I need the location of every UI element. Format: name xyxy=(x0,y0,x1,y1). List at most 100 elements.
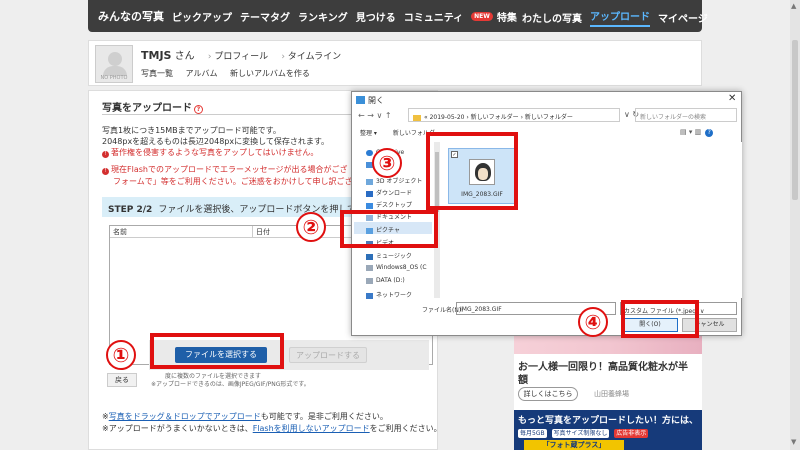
callout-number-2: ② xyxy=(296,212,326,242)
ad-photo[interactable] xyxy=(514,336,702,354)
nav-ranking[interactable]: ランキング xyxy=(298,9,348,24)
nav-community[interactable]: コミュニティ xyxy=(404,9,463,24)
noflash-note: ※アップロードがうまくいかないときは、Flashを利用しないアップロードをご利用… xyxy=(102,423,442,434)
warn-copyright-text: 著作権を侵害するような写真をアップしてはいけません。 xyxy=(111,148,319,157)
ad-brand: 山田養蜂場 xyxy=(594,390,629,398)
warn-flash-text: 現在Flashでのアップロードでエラーメッセージが出る場合がござ xyxy=(111,165,348,174)
nav-arrows-icon[interactable]: ← → ∨ ↑ xyxy=(358,111,392,120)
banner-tag-noads: 広告非表示 xyxy=(614,429,649,438)
download-icon xyxy=(366,190,373,197)
nav-item-downloads[interactable]: ダウンロード xyxy=(366,188,412,197)
photo-list-link[interactable]: 写真一覧 xyxy=(141,69,173,78)
nav-item-label: ダウンロード xyxy=(376,190,413,197)
scroll-up-icon[interactable]: ▲ xyxy=(791,2,796,10)
close-icon[interactable]: ✕ xyxy=(728,93,736,104)
top-nav: みんなの写真 ピックアップ テーマタグ ランキング 見つける コミュニティ NE… xyxy=(88,0,708,32)
ad-title[interactable]: お一人様一回限り！高品質化粧水が半 xyxy=(518,358,688,373)
nav-item-music[interactable]: ミュージック xyxy=(366,251,412,260)
noflash-link[interactable]: Flashを利用しないアップロード xyxy=(253,424,370,433)
folder-search-input[interactable]: 新しいフォルダーの検索 xyxy=(635,108,737,122)
nav-theme-tag[interactable]: テーマタグ xyxy=(240,9,290,24)
nav-special[interactable]: 特集 xyxy=(497,9,517,24)
scrollbar-thumb[interactable] xyxy=(792,40,798,200)
dragdrop-note: ※写真をドラッグ＆ドロップでアップロードも可能です。是非ご利用ください。 xyxy=(102,411,388,422)
global-nav: みんなの写真 ピックアップ テーマタグ ランキング 見つける コミュニティ NE… xyxy=(98,8,525,24)
nav-item-desktop[interactable]: デスクトップ xyxy=(366,200,412,209)
nav-item-label: ミュージック xyxy=(376,253,412,260)
user-nav: わたしの写真 アップロード マイページ xyxy=(522,8,716,27)
callout-box-3 xyxy=(426,132,518,210)
dragdrop-note-pre: ※ xyxy=(102,412,109,421)
warning-icon: ! xyxy=(102,151,109,158)
profile-header: NO PHOTO TMJS さん プロフィール タイムライン 写真一覧 アルバム… xyxy=(88,40,702,86)
ad-column: お一人様一回限り！高品質化粧水が半 額 詳しくはこちら 山田養蜂場 もっと写真を… xyxy=(514,336,702,450)
warn-flash-cont: フォームで」等をご利用ください。ご迷惑をおかけして申し訳ござ xyxy=(113,177,353,186)
page-title: 写真をアップロード? xyxy=(102,99,203,114)
callout-number-3: ③ xyxy=(372,148,402,178)
address-bar[interactable]: « 2019-05-20 › 新しいフォルダー › 新しいフォルダー xyxy=(408,108,620,122)
help-icon[interactable]: ? xyxy=(705,129,714,137)
back-button[interactable]: 戻る xyxy=(107,373,137,387)
scroll-down-icon[interactable]: ▼ xyxy=(791,438,796,446)
callout-number-4: ④ xyxy=(578,307,608,337)
step-label: STEP 2/2 xyxy=(108,205,153,215)
ad-more-button[interactable]: 詳しくはこちら xyxy=(518,387,578,401)
profile-sub-nav: 写真一覧 アルバム 新しいアルバムを作る xyxy=(141,68,320,79)
plus-banner[interactable]: もっと写真をアップロードしたい！方には、 毎月5GB 写真サイズ制限なし 広告非… xyxy=(514,410,702,450)
profile-name-row: TMJS さん プロフィール タイムライン xyxy=(141,47,341,62)
album-link[interactable]: アルバム xyxy=(186,69,218,78)
page-title-text: 写真をアップロード xyxy=(102,103,192,114)
avatar[interactable]: NO PHOTO xyxy=(95,45,133,83)
new-album-link[interactable]: 新しいアルバムを作る xyxy=(230,69,310,78)
info-resize: 2048pxを超えるものは長辺2048pxに変換して保存されます。 xyxy=(102,137,330,146)
profile-link[interactable]: プロフィール xyxy=(208,52,268,62)
nav-pickup[interactable]: ピックアップ xyxy=(172,9,232,24)
nav-item-3d[interactable]: 3D オブジェクト xyxy=(366,176,422,185)
callout-box-2 xyxy=(340,210,438,248)
drive-icon xyxy=(366,264,373,271)
noflash-note-pre: ※アップロードがうまくいかないときは、 xyxy=(102,424,253,433)
help-icon[interactable]: ? xyxy=(194,105,203,114)
banner-headline: もっと写真をアップロードしたい！方には、 xyxy=(518,416,699,426)
organize-menu[interactable]: 整理 ▾ xyxy=(360,130,377,137)
noflash-note-post: をご利用ください。 xyxy=(369,424,442,433)
warn-copyright: ! 著作権を侵害するような写真をアップしてはいけません。 xyxy=(102,147,318,158)
page-scrollbar[interactable]: ▲ ▼ xyxy=(790,0,800,450)
view-icon[interactable]: ▤ ▾ ▥ xyxy=(680,128,701,136)
dragdrop-link[interactable]: 写真をドラッグ＆ドロップでアップロード xyxy=(109,412,261,421)
nav-everyone-photos[interactable]: みんなの写真 xyxy=(98,8,164,24)
timeline-link[interactable]: タイムライン xyxy=(281,52,341,62)
callout-box-1 xyxy=(150,333,284,369)
nav-upload[interactable]: アップロード xyxy=(590,8,650,27)
avatar-placeholder-text: NO PHOTO xyxy=(100,75,128,81)
new-badge: NEW xyxy=(471,11,493,21)
info-size-limit: 写真1枚につき15MBまでアップロード可能です。 xyxy=(102,126,281,135)
cube-icon xyxy=(366,178,373,185)
col-name[interactable]: 名前 xyxy=(113,227,127,237)
step-text: ファイルを選択後、アップロードボタンを押して xyxy=(158,205,357,215)
col-date[interactable]: 日付 xyxy=(252,226,270,237)
warning-icon: ! xyxy=(102,168,109,175)
ad-title-cont[interactable]: 額 xyxy=(518,371,528,386)
view-controls: ▤ ▾ ▥? xyxy=(680,128,714,137)
nav-item-label: 3D オブジェクト xyxy=(376,178,423,185)
nav-my-photos[interactable]: わたしの写真 xyxy=(522,10,582,25)
banner-product: 「フォト蔵プラス」 xyxy=(524,440,624,450)
avatar-head-icon xyxy=(108,52,122,66)
warn-flash: ! 現在Flashでのアップロードでエラーメッセージが出る場合がござ xyxy=(102,164,347,175)
nav-item-d-drive[interactable]: DATA (D:) xyxy=(366,277,405,284)
nav-item-network[interactable]: ネットワーク xyxy=(366,290,412,299)
dialog-app-icon xyxy=(356,96,365,104)
folder-icon xyxy=(413,114,421,121)
desktop-icon xyxy=(366,202,373,209)
banner-tag-size: 写真サイズ制限なし xyxy=(551,429,610,438)
nav-item-c-drive[interactable]: Windows8_OS (C xyxy=(366,264,427,271)
address-path: « 2019-05-20 › 新しいフォルダー › 新しいフォルダー xyxy=(424,114,573,121)
upload-button[interactable]: アップロードする xyxy=(289,347,367,363)
banner-tag-storage: 毎月5GB xyxy=(518,429,547,438)
user-name[interactable]: TMJS xyxy=(141,49,171,62)
honorific: さん xyxy=(174,51,195,62)
nav-discover[interactable]: 見つける xyxy=(356,9,396,24)
nav-mypage[interactable]: マイページ xyxy=(658,10,708,25)
format-note: ※アップロードできるのは、画像JPEG/GIF/PNG形式です。 xyxy=(151,381,310,388)
